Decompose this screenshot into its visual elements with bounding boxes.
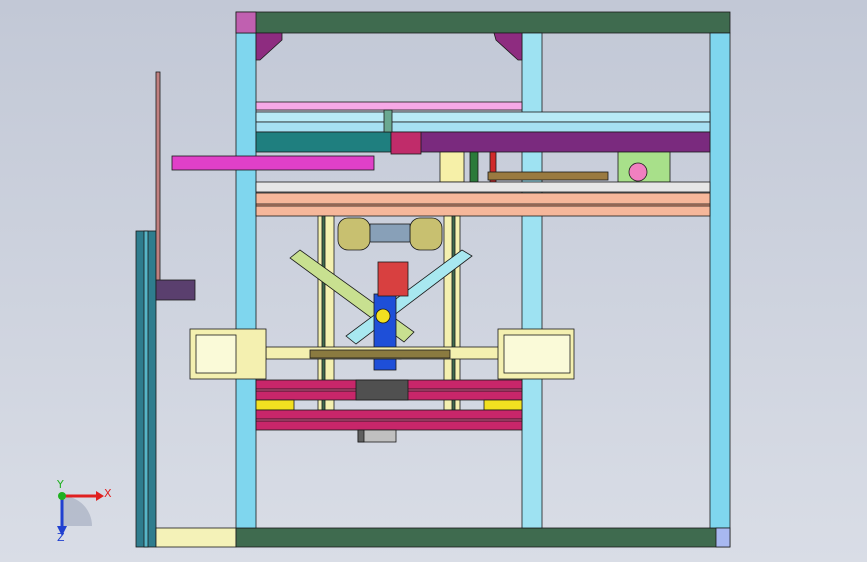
- green-pin: [383, 109, 393, 133]
- right-corner-bracket: [493, 32, 523, 61]
- purple-rail: [419, 131, 711, 153]
- horizontal-shaft-dark: [309, 349, 451, 359]
- triad-z-label: Z: [57, 531, 65, 544]
- purple-block: [390, 131, 422, 155]
- central-red-mechanism: [377, 261, 409, 297]
- teal-rail: [255, 131, 392, 153]
- cad-viewport[interactable]: X Y Z: [0, 0, 867, 562]
- machine-model-drawing[interactable]: [0, 0, 867, 562]
- light-blue-rail-2: [255, 121, 711, 133]
- left-roller: [337, 217, 371, 251]
- left-motor-box-inner: [195, 334, 237, 374]
- gear-icon: [628, 162, 648, 182]
- light-blue-rail: [255, 111, 711, 123]
- central-yellow-pivot: [375, 308, 391, 324]
- crimson-beam-lower-line: [255, 418, 523, 422]
- yellow-slide: [439, 151, 465, 183]
- right-motor-box-inner: [503, 334, 571, 374]
- roller-axle: [369, 223, 411, 243]
- left-vertical-rod: [155, 71, 161, 283]
- left-dark-block: [155, 279, 196, 301]
- triad-shadow: [62, 496, 92, 526]
- inner-right-column: [521, 32, 543, 529]
- right-roller: [409, 217, 443, 251]
- orange-beam-line: [255, 203, 711, 207]
- triad-y-origin-icon: [58, 492, 66, 500]
- axis-triad: [57, 491, 104, 536]
- bottom-left-yellow-beam: [155, 527, 237, 548]
- bottom-right-corner-block: [715, 527, 731, 548]
- pink-top-rail: [255, 101, 523, 111]
- base-blocks: [355, 379, 409, 401]
- right-frame-column: [709, 32, 731, 529]
- top-frame-beam: [235, 11, 731, 34]
- bottom-frame-beam: [235, 527, 731, 548]
- left-corner-bracket: [255, 32, 283, 61]
- magenta-arm: [171, 155, 375, 171]
- bottom-motor-dark: [357, 429, 365, 443]
- triad-x-arrow-icon: [96, 491, 104, 501]
- olive-bar: [487, 171, 609, 181]
- triad-y-label: Y: [57, 478, 64, 491]
- yellow-strip-left: [255, 399, 295, 411]
- top-left-corner-block: [235, 11, 257, 34]
- left-frame-column: [235, 32, 257, 529]
- green-slide: [469, 151, 479, 183]
- left-side-post-stripe: [143, 230, 149, 548]
- triad-x-label: X: [104, 487, 112, 500]
- yellow-strip-right: [483, 399, 523, 411]
- rack-bar: [255, 181, 711, 193]
